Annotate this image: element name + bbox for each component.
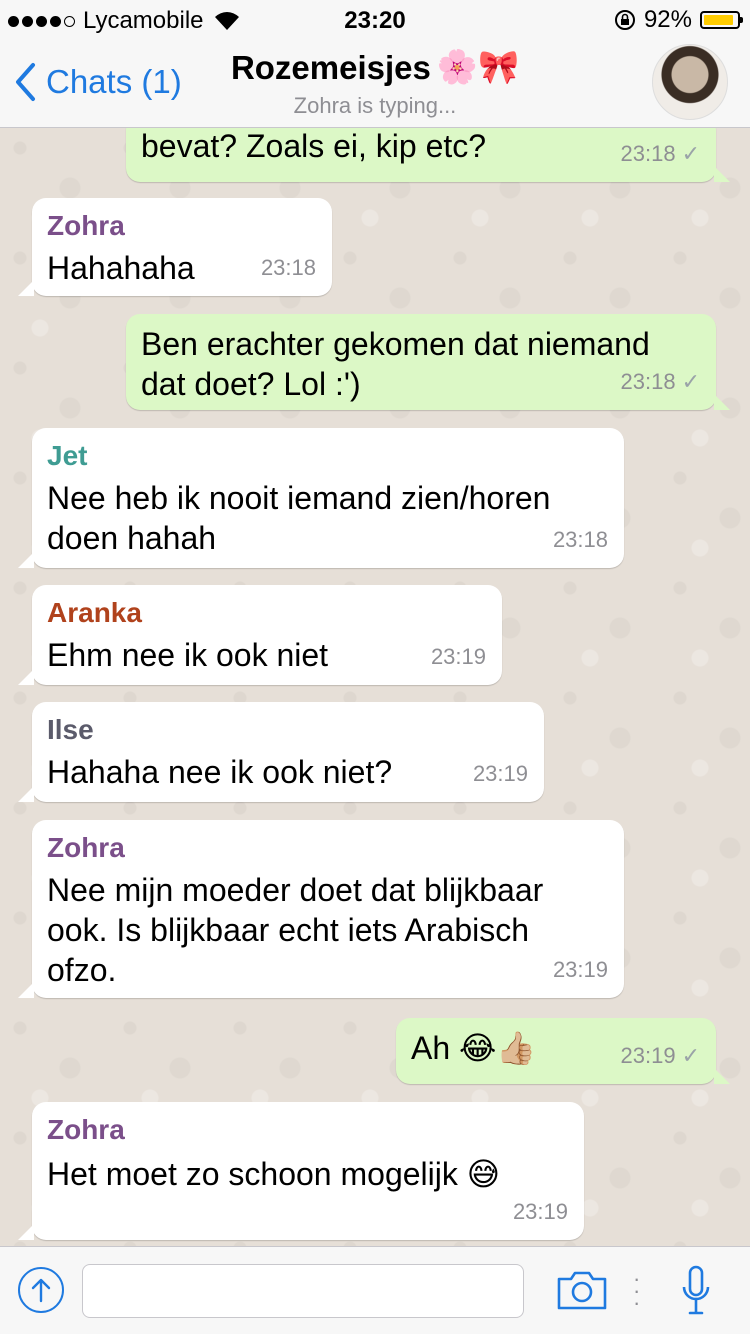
message-text: Ben erachter gekomen dat niemand dat doe…: [141, 326, 650, 402]
message-meta: 23:19: [553, 950, 608, 990]
sent-check-icon: ✓: [681, 369, 700, 394]
status-bar: Lycamobile 23:20 92%: [0, 0, 750, 40]
message-time: 23:19: [512, 1199, 568, 1224]
message-text: bevat? Zoals ei, kip etc?: [141, 128, 487, 164]
message-meta: 23:18: [553, 520, 608, 560]
message-time: 23:18: [260, 255, 316, 280]
back-button[interactable]: Chats (1): [14, 62, 182, 102]
message-sender: Jet: [47, 440, 88, 471]
message-time: 23:18: [620, 369, 676, 394]
message-bubble-incoming[interactable]: Zohra Hahahaha 23:18: [18, 198, 332, 296]
message-bubble-incoming[interactable]: Ilse Hahaha nee ik ook niet? 23:19: [18, 702, 544, 802]
sent-check-icon: ✓: [681, 1043, 700, 1068]
message-bubble-incoming[interactable]: Jet Nee heb ik nooit iemand zien/horen d…: [18, 428, 624, 568]
message-text: Nee heb ik nooit iemand zien/horen doen …: [47, 480, 551, 556]
message-meta: 23:18 ✓: [621, 134, 701, 174]
group-avatar[interactable]: [652, 44, 728, 120]
message-time: 23:19: [552, 957, 608, 982]
message-bubble-outgoing[interactable]: bevat? Zoals ei, kip etc? 23:18 ✓: [126, 128, 730, 182]
message-input-bar: · · ·: [0, 1246, 750, 1334]
message-meta: 23:19: [473, 754, 528, 794]
battery-percent: 92%: [643, 6, 692, 33]
chat-header: Chats (1) Rozemeisjes 🌸🎀 Zohra is typing…: [0, 40, 750, 128]
message-meta: 23:19 ✓: [621, 1036, 701, 1076]
chat-title: Rozemeisjes 🌸🎀: [200, 48, 550, 87]
message-meta: 23:19: [431, 637, 486, 677]
message-bubble-incoming[interactable]: Zohra Het moet zo schoon mogelijk 😅 23:1…: [18, 1102, 584, 1240]
message-sender: Zohra: [47, 1114, 125, 1145]
camera-icon[interactable]: [556, 1269, 608, 1311]
group-name: Rozemeisjes: [230, 48, 431, 86]
sent-check-icon: ✓: [681, 141, 700, 166]
message-time: 23:19: [620, 1043, 676, 1068]
upload-icon: [31, 1278, 51, 1303]
message-bubble-incoming[interactable]: Aranka Ehm nee ik ook niet 23:19: [18, 585, 502, 685]
message-text: Het moet zo schoon mogelijk 😅: [47, 1156, 501, 1192]
message-text: Hahaha nee ik ook niet?: [47, 754, 393, 790]
message-meta: 23:18 ✓: [621, 362, 701, 402]
battery-icon: [700, 11, 743, 29]
message-input[interactable]: [82, 1264, 524, 1318]
back-label: Chats (1): [46, 63, 182, 100]
typing-status: Zohra is typing...: [293, 93, 457, 118]
microphone-icon[interactable]: [682, 1265, 710, 1317]
message-time: 23:18: [552, 527, 608, 552]
message-text: Nee mijn moeder doet dat blijkbaar ook. …: [47, 872, 544, 988]
group-name-emojis: 🌸🎀: [436, 48, 520, 85]
message-list[interactable]: bevat? Zoals ei, kip etc? 23:18 ✓ Zohra …: [0, 128, 750, 1246]
message-sender: Zohra: [47, 210, 125, 241]
message-meta: 23:18: [261, 248, 316, 288]
message-sender: Zohra: [47, 832, 125, 863]
battery-fill: [704, 15, 734, 25]
message-bubble-outgoing[interactable]: Ben erachter gekomen dat niemand dat doe…: [126, 314, 730, 410]
status-right: 92%: [614, 6, 743, 34]
message-time: 23:18: [620, 141, 676, 166]
message-text: Ehm nee ik ook niet: [47, 637, 329, 673]
more-options-icon[interactable]: · · ·: [633, 1268, 640, 1314]
chevron-left-icon: [16, 63, 35, 101]
message-sender: Ilse: [47, 714, 94, 745]
message-meta: 23:19: [513, 1192, 568, 1232]
message-bubble-outgoing[interactable]: Ah 😂👍🏼 23:19 ✓: [396, 1018, 730, 1084]
upload-button[interactable]: [18, 1267, 64, 1313]
message-sender: Aranka: [47, 597, 142, 628]
message-bubble-incoming[interactable]: Zohra Nee mijn moeder doet dat blijkbaar…: [18, 820, 624, 998]
chat-title-area[interactable]: Rozemeisjes 🌸🎀 Zohra is typing...: [200, 48, 550, 119]
message-time: 23:19: [430, 644, 486, 669]
message-time: 23:19: [472, 761, 528, 786]
rotation-lock-icon: [614, 10, 635, 30]
